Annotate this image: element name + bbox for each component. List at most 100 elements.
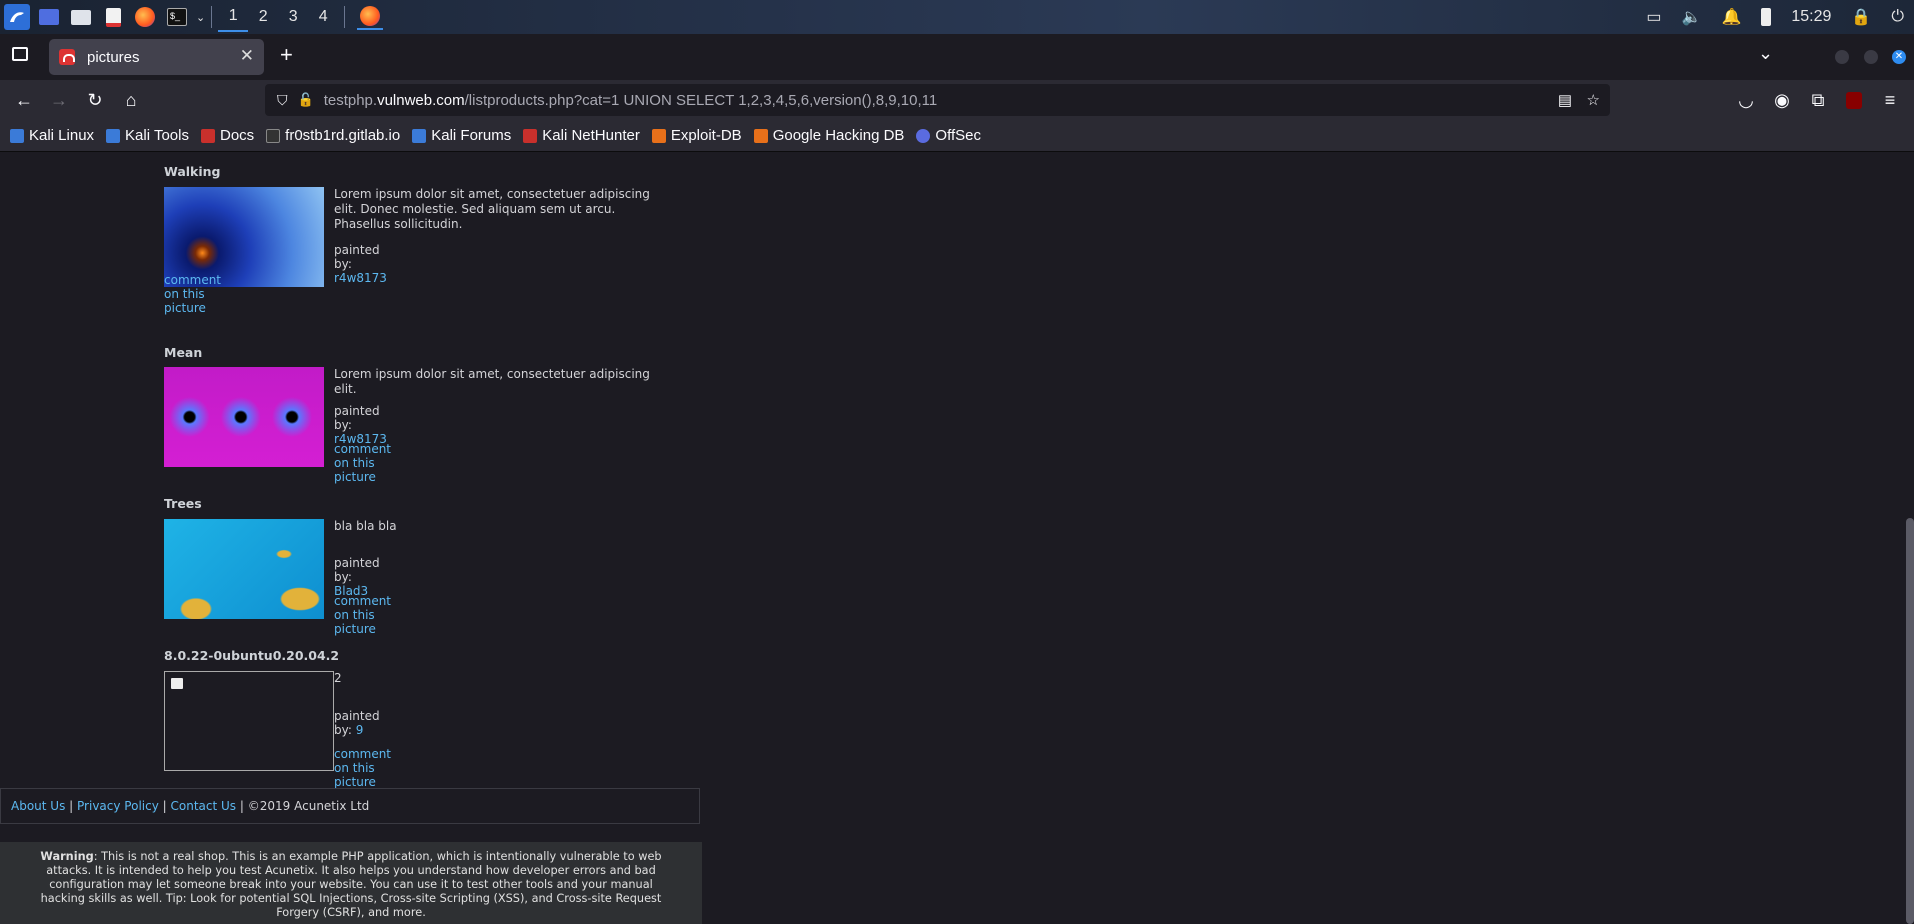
- close-window-button[interactable]: ✕: [1892, 50, 1906, 64]
- kali-forums-icon: [412, 128, 427, 143]
- maximize-window-button[interactable]: [1864, 50, 1878, 64]
- list-tabs-chevron-icon[interactable]: ⌄: [1758, 43, 1773, 64]
- painted-by: painted by: 9: [334, 709, 380, 737]
- nethunter-icon: [523, 128, 538, 143]
- product-title: Mean: [164, 345, 203, 360]
- home-icon[interactable]: ⌂: [117, 86, 145, 114]
- reader-view-icon[interactable]: ▤: [1558, 91, 1572, 109]
- warning-text: : This is not a real shop. This is an ex…: [40, 850, 662, 919]
- navigation-toolbar: ← → ↻ ⌂ ⛉ 🔓 testphp.vulnweb.com/listprod…: [0, 80, 1914, 120]
- menu-hamburger-icon[interactable]: ≡: [1876, 86, 1904, 114]
- firefox-view-icon[interactable]: [12, 47, 28, 61]
- tab-title: pictures: [87, 48, 140, 66]
- bookmark-kali-forums[interactable]: Kali Forums: [412, 127, 511, 144]
- extensions-icon[interactable]: ⧉: [1804, 86, 1832, 114]
- bookmark-google-hacking-db[interactable]: Google Hacking DB: [753, 127, 904, 144]
- display-icon[interactable]: ▭: [1646, 7, 1661, 27]
- new-tab-button[interactable]: +: [280, 42, 293, 68]
- forward-arrow-icon[interactable]: →: [45, 86, 73, 114]
- footer-links: About Us | Privacy Policy | Contact Us |…: [0, 788, 700, 824]
- offsec-icon: [916, 128, 931, 143]
- workspace-4[interactable]: 4: [308, 2, 338, 32]
- product-image-walking[interactable]: [164, 187, 324, 287]
- product-item: Trees bla bla bla painted by: Blad3 comm…: [164, 496, 397, 636]
- shield-icon[interactable]: ⛉: [277, 92, 288, 109]
- painted-by: painted by: Blad3: [334, 556, 380, 598]
- product-item: Mean Lorem ipsum dolor sit amet, consect…: [164, 345, 650, 484]
- page-scrollbar[interactable]: [1906, 518, 1914, 924]
- firefox-launcher-icon[interactable]: [132, 4, 158, 30]
- url-text[interactable]: testphp.vulnweb.com/listproducts.php?cat…: [324, 92, 938, 109]
- bookmarks-toolbar: Kali Linux Kali Tools Docs fr0stb1rd.git…: [0, 120, 1914, 152]
- privacy-policy-link[interactable]: Privacy Policy: [77, 799, 159, 813]
- kali-menu-icon[interactable]: [4, 4, 30, 30]
- product-description: 2: [334, 671, 342, 685]
- product-description: Lorem ipsum dolor sit amet, consectetuer…: [334, 187, 650, 231]
- ghdb-icon: [753, 128, 768, 143]
- product-title: 8.0.22-0ubuntu0.20.04.2: [164, 648, 340, 663]
- broken-image-icon: [171, 678, 183, 689]
- broken-image[interactable]: [164, 671, 334, 771]
- terminal-icon[interactable]: $_: [164, 4, 190, 30]
- kali-dragon-icon: [10, 128, 24, 143]
- desktop-icon[interactable]: [36, 4, 62, 30]
- bookmark-kali-tools[interactable]: Kali Tools: [106, 127, 189, 144]
- pocket-icon[interactable]: ◡: [1732, 86, 1760, 114]
- power-icon[interactable]: ⏻: [1891, 8, 1904, 26]
- comment-link[interactable]: comment on this picture: [164, 273, 221, 315]
- bookmark-offsec[interactable]: OffSec: [916, 127, 981, 144]
- comment-link[interactable]: comment on this picture: [334, 594, 391, 636]
- product-description: bla bla bla: [334, 519, 397, 533]
- comment-link[interactable]: comment on this picture: [334, 442, 391, 484]
- bookmark-star-icon[interactable]: ☆: [1587, 91, 1600, 109]
- ublock-origin-icon[interactable]: [1840, 86, 1868, 114]
- minimize-window-button[interactable]: [1835, 50, 1849, 64]
- product-item: 8.0.22-0ubuntu0.20.04.2 2 painted by: 9 …: [164, 648, 391, 789]
- gitlab-site-icon: [266, 128, 281, 143]
- lock-icon[interactable]: 🔒: [1851, 7, 1871, 27]
- product-description: Lorem ipsum dolor sit amet, consectetuer…: [334, 367, 650, 396]
- artist-link[interactable]: 9: [356, 723, 364, 737]
- firefox-window-icon[interactable]: [357, 4, 384, 30]
- text-editor-icon[interactable]: [100, 4, 126, 30]
- product-image-trees[interactable]: [164, 519, 324, 619]
- warning-label: Warning: [40, 850, 94, 863]
- bookmark-exploit-db[interactable]: Exploit-DB: [651, 127, 742, 144]
- back-arrow-icon[interactable]: ←: [10, 86, 38, 114]
- painted-by: painted by: r4w8173: [334, 404, 387, 446]
- product-image-mean[interactable]: [164, 367, 324, 467]
- system-tray: ▭ 🔈 🔔 15:29 🔒 ⏻: [1646, 0, 1904, 34]
- taskbar-separator: [344, 6, 346, 28]
- product-item: Walking Lorem ipsum dolor sit amet, cons…: [164, 164, 650, 315]
- page-content: Walking Lorem ipsum dolor sit amet, cons…: [0, 152, 1914, 924]
- account-icon[interactable]: ◉: [1768, 86, 1796, 114]
- battery-icon[interactable]: [1761, 8, 1772, 26]
- copyright: ©2019 Acunetix Ltd: [247, 799, 370, 813]
- docs-icon: [200, 128, 215, 143]
- contact-us-link[interactable]: Contact Us: [171, 799, 237, 813]
- chevron-down-icon[interactable]: ⌄: [196, 11, 205, 24]
- url-bar[interactable]: ⛉ 🔓 testphp.vulnweb.com/listproducts.php…: [265, 84, 1610, 116]
- notification-bell-icon[interactable]: 🔔: [1721, 7, 1741, 27]
- exploit-db-icon: [651, 128, 666, 143]
- volume-icon[interactable]: 🔈: [1682, 7, 1702, 27]
- workspace-1[interactable]: 1: [218, 2, 249, 32]
- tab-pictures[interactable]: pictures ✕: [49, 39, 264, 75]
- browser-tab-bar: pictures ✕ + ⌄ ✕: [0, 34, 1914, 80]
- reload-icon[interactable]: ↻: [81, 86, 109, 114]
- taskbar-separator: [211, 6, 213, 28]
- insecure-lock-icon[interactable]: 🔓: [298, 92, 314, 108]
- bookmark-kali-nethunter[interactable]: Kali NetHunter: [523, 127, 640, 144]
- warning-box: Warning: This is not a real shop. This i…: [0, 842, 702, 924]
- comment-link[interactable]: comment on this picture: [334, 747, 391, 789]
- bookmark-fr0stb1rd[interactable]: fr0stb1rd.gitlab.io: [266, 127, 400, 144]
- workspace-3[interactable]: 3: [278, 2, 308, 32]
- workspace-2[interactable]: 2: [248, 2, 278, 32]
- about-us-link[interactable]: About Us: [11, 799, 65, 813]
- clock[interactable]: 15:29: [1791, 8, 1831, 26]
- file-manager-icon[interactable]: [68, 4, 94, 30]
- bookmark-kali-linux[interactable]: Kali Linux: [10, 127, 94, 144]
- bookmark-docs[interactable]: Docs: [200, 127, 254, 144]
- close-tab-icon[interactable]: ✕: [240, 46, 254, 66]
- artist-link[interactable]: r4w8173: [334, 271, 387, 285]
